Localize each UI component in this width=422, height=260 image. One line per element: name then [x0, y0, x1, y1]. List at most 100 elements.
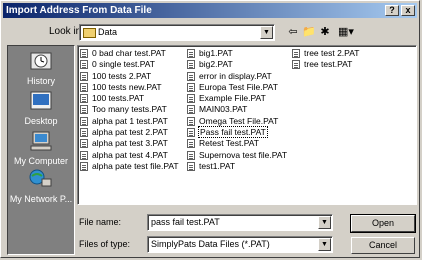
new-folder-icon[interactable]: ✱ — [317, 25, 333, 40]
file-icon — [80, 150, 88, 160]
file-icon — [187, 60, 195, 70]
place-my-computer[interactable]: My Computer — [8, 130, 74, 166]
up-folder-icon[interactable]: 📁 — [301, 25, 317, 40]
chevron-down-icon[interactable]: ▼ — [318, 238, 331, 251]
open-button[interactable]: Open — [350, 214, 416, 233]
file-icon — [187, 128, 195, 138]
file-name-value: pass fail test.PAT — [151, 217, 220, 227]
file-item[interactable]: tree test.PAT — [292, 59, 359, 70]
network-icon — [29, 169, 52, 187]
file-item[interactable]: alpha pat test 4.PAT — [80, 150, 179, 161]
file-item[interactable]: Too many tests.PAT — [80, 104, 179, 115]
file-icon — [187, 161, 195, 171]
file-label: 0 single test.PAT — [92, 59, 155, 70]
file-item[interactable]: Europa Test File.PAT — [187, 82, 287, 93]
file-label: big2.PAT — [199, 59, 233, 70]
file-item[interactable]: Retest Test.PAT — [187, 138, 287, 149]
file-label: Europa Test File.PAT — [199, 81, 278, 92]
file-item[interactable]: 100 tests 2.PAT — [80, 71, 179, 82]
file-icon — [187, 49, 195, 58]
place-network[interactable]: My Network P... — [8, 168, 74, 204]
file-icon — [80, 116, 88, 126]
file-label: Pass fail test.PAT — [198, 126, 268, 139]
place-desktop[interactable]: Desktop — [8, 90, 74, 126]
history-icon — [30, 52, 52, 70]
file-label: alpha pat 1 test.PAT — [92, 115, 168, 126]
file-item[interactable]: alpha pat test 3.PAT — [80, 138, 179, 149]
file-icon — [292, 60, 300, 70]
file-item[interactable]: 0 single test.PAT — [80, 59, 179, 70]
file-label: error in display.PAT — [199, 70, 272, 81]
my-computer-icon — [30, 131, 52, 151]
file-label: 100 tests new.PAT — [92, 81, 162, 92]
chevron-down-icon[interactable]: ▼ — [318, 216, 331, 229]
file-label: alpha pate test file.PAT — [92, 160, 179, 171]
cancel-button[interactable]: Cancel — [351, 237, 415, 254]
file-item[interactable]: alpha pate test file.PAT — [80, 161, 179, 172]
file-label: test1.PAT — [199, 160, 236, 171]
file-label: alpha pat test 3.PAT — [92, 138, 168, 149]
file-label: tree test.PAT — [304, 59, 353, 70]
file-column-1: 0 bad char test.PAT 0 single test.PAT 100 … — [80, 48, 179, 172]
file-icon — [187, 82, 195, 92]
place-label: Desktop — [24, 116, 58, 126]
file-item[interactable]: Example File.PAT — [187, 93, 287, 104]
file-icon — [80, 105, 88, 115]
dialog-title: Import Address From Data File — [6, 5, 152, 16]
title-bar: Import Address From Data File ? x — [3, 3, 417, 18]
chevron-down-icon[interactable]: ▼ — [260, 26, 273, 39]
file-label: Example File.PAT — [199, 93, 266, 104]
folder-icon — [83, 28, 96, 38]
file-item[interactable]: error in display.PAT — [187, 71, 287, 82]
file-item[interactable]: 0 bad char test.PAT — [80, 48, 179, 59]
file-icon — [187, 150, 195, 160]
file-icon — [80, 128, 88, 138]
file-item[interactable]: Pass fail test.PAT — [187, 126, 287, 139]
file-item[interactable]: test1.PAT — [187, 161, 287, 172]
file-label: Retest Test.PAT — [199, 138, 259, 149]
file-icon — [187, 71, 195, 81]
place-history[interactable]: History — [8, 50, 74, 86]
file-item[interactable]: Omega Test File.PAT — [187, 116, 287, 127]
file-item[interactable]: big1.PAT — [187, 48, 287, 59]
back-icon[interactable]: ⇦ — [285, 25, 301, 40]
help-button[interactable]: ? — [385, 5, 399, 16]
place-label: History — [26, 76, 55, 86]
file-item[interactable]: Supernova test file.PAT — [187, 150, 287, 161]
file-label: Omega Test File.PAT — [199, 115, 279, 126]
look-in-value: Data — [98, 27, 118, 37]
file-item[interactable]: tree test 2.PAT — [292, 48, 359, 59]
file-item[interactable]: big2.PAT — [187, 59, 287, 70]
file-icon — [187, 105, 195, 115]
view-menu-icon[interactable]: ▦▾ — [335, 25, 357, 40]
file-item[interactable]: alpha pat test 2.PAT — [80, 127, 179, 138]
file-type-label: Files of type: — [79, 239, 131, 249]
place-label: My Computer — [13, 156, 68, 166]
file-label: Too many tests.PAT — [92, 104, 167, 115]
file-icon — [80, 139, 88, 149]
look-in-dropdown[interactable]: Data ▼ — [79, 24, 275, 41]
file-icon — [292, 49, 300, 58]
file-item[interactable]: alpha pat 1 test.PAT — [80, 116, 179, 127]
close-button[interactable]: x — [401, 5, 415, 16]
file-icon — [80, 94, 88, 104]
file-list[interactable]: 0 bad char test.PAT 0 single test.PAT 100 … — [77, 45, 417, 205]
file-icon — [187, 139, 195, 149]
file-item[interactable]: 100 tests new.PAT — [80, 82, 179, 93]
file-icon — [80, 71, 88, 81]
file-item[interactable]: 100 tests.PAT — [80, 93, 179, 104]
file-type-dropdown[interactable]: SimplyPats Data Files (*.PAT) ▼ — [147, 236, 333, 253]
file-label: alpha pat test 4.PAT — [92, 149, 168, 160]
places-bar: History Desktop My Computer My Network P… — [7, 45, 75, 255]
file-icon — [80, 60, 88, 70]
file-label: MAIN03.PAT — [199, 104, 248, 115]
file-icon — [80, 49, 88, 58]
file-item[interactable]: MAIN03.PAT — [187, 104, 287, 115]
file-label: 0 bad char test.PAT — [92, 48, 166, 58]
file-name-input[interactable]: pass fail test.PAT ▼ — [147, 214, 333, 231]
file-type-value: SimplyPats Data Files (*.PAT) — [151, 239, 270, 249]
file-label: 100 tests 2.PAT — [92, 70, 152, 81]
file-column-3: tree test 2.PAT tree test.PAT — [292, 48, 359, 71]
file-icon — [187, 116, 195, 126]
file-label: 100 tests.PAT — [92, 93, 145, 104]
